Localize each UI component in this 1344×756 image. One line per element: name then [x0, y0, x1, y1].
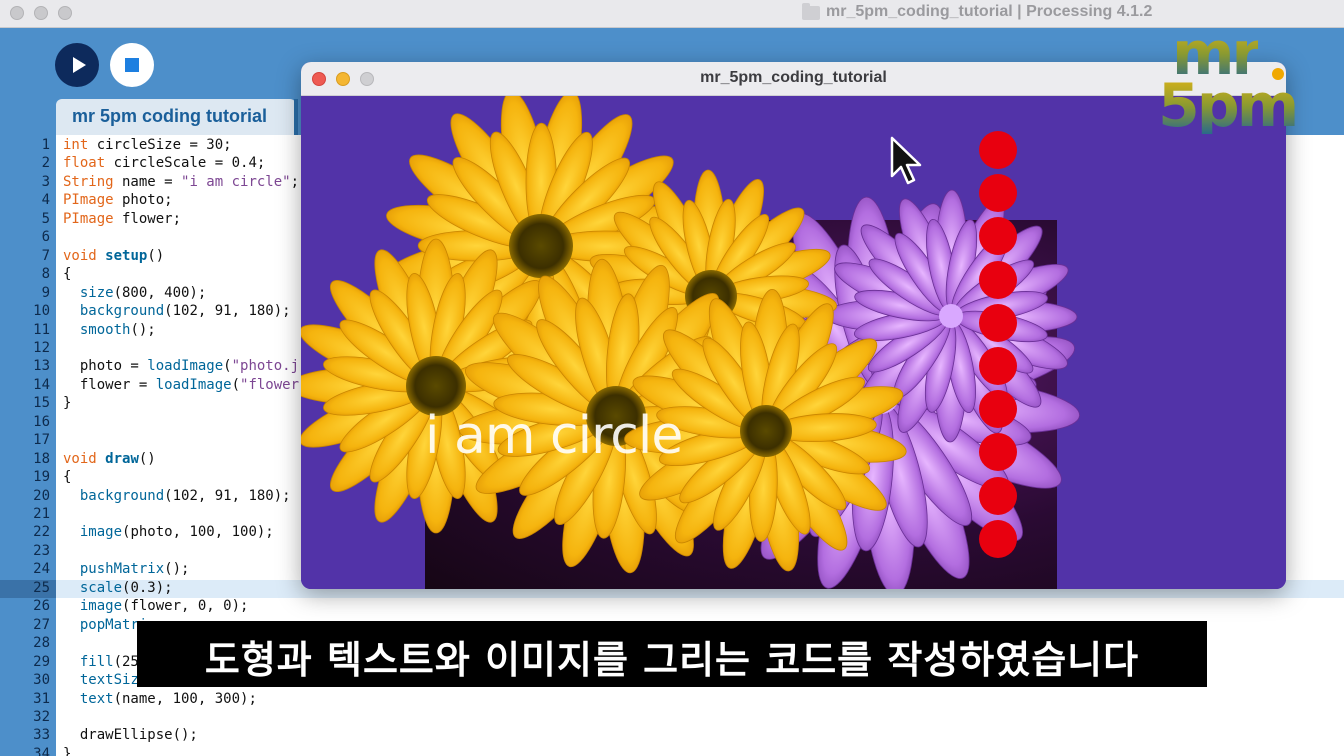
- red-circle: [979, 174, 1017, 213]
- line-number: 29: [33, 653, 50, 670]
- line-number: 17: [33, 432, 50, 449]
- code-line[interactable]: {: [63, 266, 71, 282]
- line-number: 7: [41, 247, 50, 264]
- red-circle: [979, 519, 1017, 558]
- line-number: 6: [41, 229, 50, 246]
- run-button[interactable]: [55, 43, 99, 87]
- line-number: 1: [41, 137, 50, 153]
- channel-logo: mr 5pm: [1158, 24, 1318, 156]
- stop-button[interactable]: [110, 43, 154, 87]
- sketch-title: mr_5pm_coding_tutorial: [700, 69, 887, 86]
- line-number: 22: [33, 524, 50, 541]
- code-line[interactable]: image(photo, 100, 100);: [63, 524, 274, 540]
- subtitle-text: 도형과 텍스트와 이미지를 그리는 코드를 작성하였습니다: [204, 638, 1140, 682]
- mouse-pointer-icon: [890, 136, 922, 185]
- line-number: 33: [33, 727, 50, 744]
- red-circle: [979, 347, 1017, 385]
- code-line[interactable]: String name = "i am circle";: [63, 174, 299, 190]
- red-circle: [979, 260, 1017, 299]
- sketch-canvas[interactable]: i am circle: [301, 96, 1286, 589]
- line-number: 4: [41, 192, 50, 209]
- zoom-window-button[interactable]: [58, 6, 72, 20]
- code-line[interactable]: PImage flower;: [63, 211, 181, 227]
- title-bar: mr_5pm_coding_tutorial | Processing 4.1.…: [0, 0, 1344, 28]
- tab-divider: [294, 99, 298, 135]
- code-line[interactable]: flower = loadImage("flower: [63, 377, 299, 393]
- line-number: 27: [33, 616, 50, 633]
- code-line[interactable]: background(102, 91, 180);: [63, 303, 291, 319]
- line-number: 25: [33, 579, 50, 596]
- line-number: 13: [33, 358, 50, 375]
- close-window-button[interactable]: [10, 6, 24, 20]
- line-number: 12: [33, 339, 50, 356]
- line-number: 9: [41, 284, 50, 301]
- minimize-window-button[interactable]: [34, 6, 48, 20]
- line-number: 30: [33, 672, 50, 689]
- red-circle: [979, 390, 1017, 429]
- sketch-window[interactable]: mr_5pm_coding_tutorial i am circle: [301, 62, 1286, 589]
- line-number: 11: [33, 321, 50, 338]
- line-number: 32: [33, 708, 50, 725]
- code-line[interactable]: }: [63, 395, 71, 411]
- code-line[interactable]: photo = loadImage("photo.j: [63, 358, 299, 374]
- code-line[interactable]: }: [63, 746, 71, 756]
- line-number: 34: [33, 745, 50, 756]
- line-number: 19: [33, 469, 50, 486]
- line-number: 21: [33, 506, 50, 522]
- red-circle: [979, 476, 1017, 515]
- line-number: 8: [41, 266, 50, 283]
- tab-sketch[interactable]: mr 5pm coding tutorial: [56, 99, 296, 135]
- code-line[interactable]: float circleScale = 0.4;: [63, 155, 265, 171]
- code-line[interactable]: pushMatrix();: [63, 561, 190, 577]
- code-line[interactable]: {: [63, 469, 71, 485]
- line-number: 31: [33, 690, 50, 707]
- line-number: 28: [33, 635, 50, 652]
- red-circle: [979, 303, 1017, 342]
- screen: mr_5pm_coding_tutorial | Processing 4.1.…: [0, 0, 1344, 756]
- line-number: 10: [33, 303, 50, 320]
- code-line[interactable]: text(name, 100, 300);: [63, 691, 257, 707]
- subtitle-caption: 도형과 텍스트와 이미지를 그리는 코드를 작성하였습니다: [137, 621, 1207, 687]
- line-number: 15: [33, 395, 50, 412]
- window-title: mr_5pm_coding_tutorial | Processing 4.1.…: [826, 3, 1153, 20]
- red-circle: [979, 131, 1017, 169]
- sketch-title-bar: mr_5pm_coding_tutorial: [301, 62, 1286, 96]
- line-number: 23: [33, 542, 50, 559]
- code-line[interactable]: scale(0.3);: [63, 580, 173, 596]
- code-line[interactable]: int circleSize = 30;: [63, 137, 232, 153]
- code-line[interactable]: void draw(): [63, 451, 156, 467]
- code-line[interactable]: fill(25: [63, 654, 139, 670]
- code-line[interactable]: size(800, 400);: [63, 285, 206, 301]
- code-line[interactable]: popMatri: [63, 617, 147, 633]
- logo-line-2: 5pm: [1158, 71, 1299, 141]
- line-number: 5: [41, 210, 50, 227]
- code-line[interactable]: void setup(): [63, 248, 164, 264]
- line-number: 20: [33, 487, 50, 504]
- line-number: 14: [33, 376, 50, 393]
- line-number: 2: [41, 155, 50, 172]
- code-line[interactable]: image(flower, 0, 0);: [63, 598, 249, 614]
- code-line[interactable]: smooth();: [63, 322, 156, 338]
- flower-image: [301, 96, 1080, 589]
- tab-label: mr 5pm coding tutorial: [72, 106, 268, 126]
- folder-icon: [802, 3, 820, 20]
- line-number: 16: [33, 413, 50, 430]
- canvas-text: i am circle: [425, 406, 683, 466]
- code-line[interactable]: drawEllipse();: [63, 727, 198, 743]
- line-number: 3: [41, 173, 50, 190]
- code-line[interactable]: textSiz: [63, 672, 139, 688]
- line-number: 26: [33, 598, 50, 615]
- code-line[interactable]: background(102, 91, 180);: [63, 488, 291, 504]
- line-number: 24: [33, 561, 50, 578]
- line-number: 18: [33, 450, 50, 467]
- code-line[interactable]: PImage photo;: [63, 192, 173, 208]
